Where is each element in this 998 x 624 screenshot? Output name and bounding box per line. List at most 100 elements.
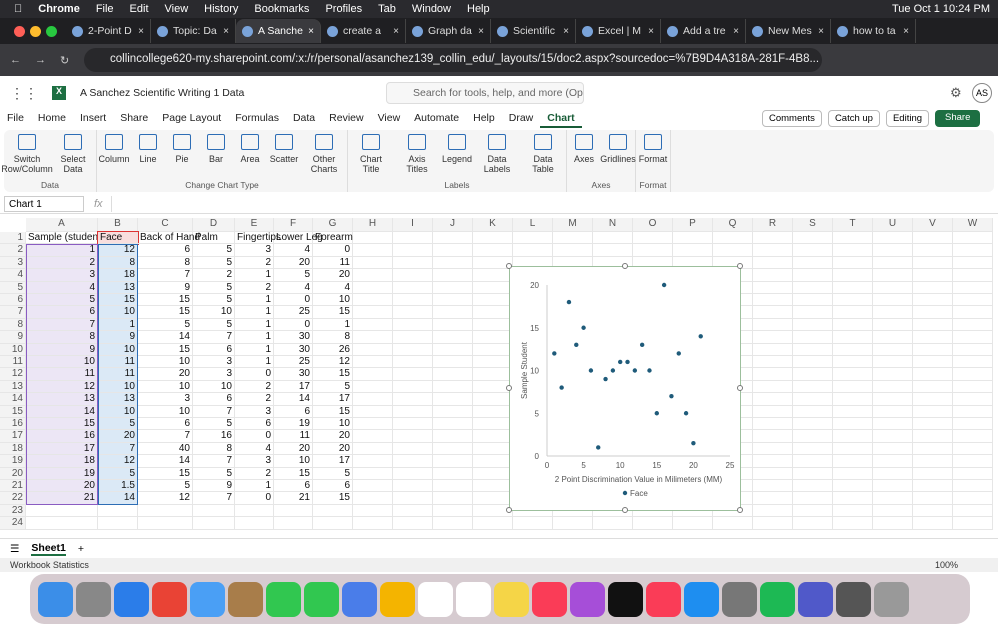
cell[interactable]: [473, 430, 513, 443]
cell[interactable]: [913, 356, 953, 369]
cell[interactable]: [873, 517, 913, 530]
tab-file[interactable]: File: [0, 110, 31, 128]
cell[interactable]: 4: [235, 442, 274, 456]
cell[interactable]: [673, 232, 713, 245]
cell[interactable]: [753, 294, 793, 307]
cell[interactable]: 2: [235, 281, 274, 294]
cell[interactable]: 5: [274, 269, 313, 282]
cell[interactable]: 15: [313, 405, 353, 418]
cell[interactable]: [633, 244, 673, 257]
cell[interactable]: 4: [274, 244, 313, 257]
cell[interactable]: [793, 356, 833, 369]
data-point[interactable]: [552, 351, 557, 356]
cell[interactable]: [593, 517, 633, 530]
cell[interactable]: 20: [138, 368, 193, 381]
cell[interactable]: 15: [138, 294, 193, 307]
cell[interactable]: 8: [313, 331, 353, 344]
cell[interactable]: 10: [138, 380, 193, 394]
cell[interactable]: [353, 331, 393, 344]
cell[interactable]: [913, 256, 953, 270]
cell[interactable]: [393, 418, 433, 431]
cell[interactable]: 5: [313, 380, 353, 394]
cell[interactable]: [793, 244, 833, 257]
column-header[interactable]: G: [313, 218, 353, 232]
cell[interactable]: [433, 455, 473, 468]
cell[interactable]: [953, 294, 993, 307]
y-axis-title[interactable]: Sample Student: [520, 341, 529, 399]
cell[interactable]: [833, 405, 873, 418]
cell[interactable]: 5: [138, 318, 193, 332]
cell[interactable]: Back of Hand: [138, 232, 200, 245]
cell[interactable]: 19: [274, 418, 313, 431]
column-header[interactable]: J: [433, 218, 473, 232]
cell[interactable]: [713, 232, 753, 245]
dock-app-icon[interactable]: [418, 581, 453, 617]
cell[interactable]: [353, 294, 393, 307]
cell[interactable]: 0: [313, 244, 353, 257]
cell[interactable]: [433, 343, 473, 356]
cell[interactable]: [138, 517, 193, 530]
resize-handle[interactable]: [737, 507, 743, 513]
cell[interactable]: 40: [138, 442, 193, 456]
cell[interactable]: 17: [274, 380, 313, 394]
row-header[interactable]: 9: [0, 331, 26, 344]
cell[interactable]: 6: [193, 393, 235, 406]
column-header[interactable]: Q: [713, 218, 753, 232]
column-header[interactable]: S: [793, 218, 833, 232]
column-header[interactable]: V: [913, 218, 953, 232]
cell[interactable]: [873, 306, 913, 319]
close-tab-icon[interactable]: ×: [223, 26, 229, 37]
row-header[interactable]: 19: [0, 455, 26, 468]
cell[interactable]: [393, 318, 433, 332]
cell[interactable]: [913, 492, 953, 505]
cell[interactable]: 6: [235, 418, 274, 431]
cell[interactable]: 20: [313, 430, 353, 443]
cell[interactable]: [833, 393, 873, 406]
data-point[interactable]: [625, 359, 630, 365]
cell[interactable]: 6: [138, 418, 193, 431]
cell[interactable]: [913, 343, 953, 356]
cell[interactable]: [873, 356, 913, 369]
row-header[interactable]: 23: [0, 504, 26, 518]
cell[interactable]: 2: [235, 256, 274, 270]
dock-app-icon[interactable]: [874, 581, 909, 617]
cell[interactable]: [833, 517, 873, 530]
dock-app-icon[interactable]: [798, 581, 833, 617]
cell[interactable]: [953, 492, 993, 505]
cell[interactable]: [913, 517, 953, 530]
cell[interactable]: [513, 517, 553, 530]
tab-home[interactable]: Home: [31, 110, 73, 128]
cell[interactable]: [873, 294, 913, 307]
cell[interactable]: [235, 517, 274, 530]
axis-titles-button[interactable]: Axis Titles: [394, 130, 440, 180]
cell[interactable]: 15: [313, 492, 353, 505]
area-button[interactable]: Area: [233, 130, 267, 180]
cell[interactable]: [473, 331, 513, 344]
cell[interactable]: 5: [193, 281, 235, 294]
cell[interactable]: 5: [193, 318, 235, 332]
cell[interactable]: [873, 244, 913, 257]
tab-data[interactable]: Data: [286, 110, 322, 128]
cell[interactable]: [793, 393, 833, 406]
gridlines-button[interactable]: Gridlines: [600, 130, 636, 180]
cell[interactable]: [793, 405, 833, 418]
cell[interactable]: [353, 244, 393, 257]
cell[interactable]: [353, 306, 393, 319]
cell[interactable]: [953, 256, 993, 270]
row-header[interactable]: 11: [0, 356, 26, 369]
data-point[interactable]: [588, 368, 594, 373]
close-tab-icon[interactable]: ×: [818, 26, 824, 37]
cell[interactable]: [753, 331, 793, 344]
line-button[interactable]: Line: [131, 130, 165, 180]
cell[interactable]: [833, 480, 873, 493]
cell[interactable]: 1: [235, 318, 274, 332]
column-header[interactable]: M: [553, 218, 593, 232]
cell[interactable]: [833, 430, 873, 443]
cell[interactable]: 0: [235, 430, 274, 443]
data-point[interactable]: [698, 334, 703, 339]
all-sheets-icon[interactable]: ☰: [10, 543, 19, 555]
cell[interactable]: [793, 418, 833, 431]
close-tab-icon[interactable]: ×: [903, 26, 909, 37]
data-point[interactable]: [574, 342, 579, 348]
document-title[interactable]: A Sanchez Scientific Writing 1 Data: [80, 87, 244, 99]
